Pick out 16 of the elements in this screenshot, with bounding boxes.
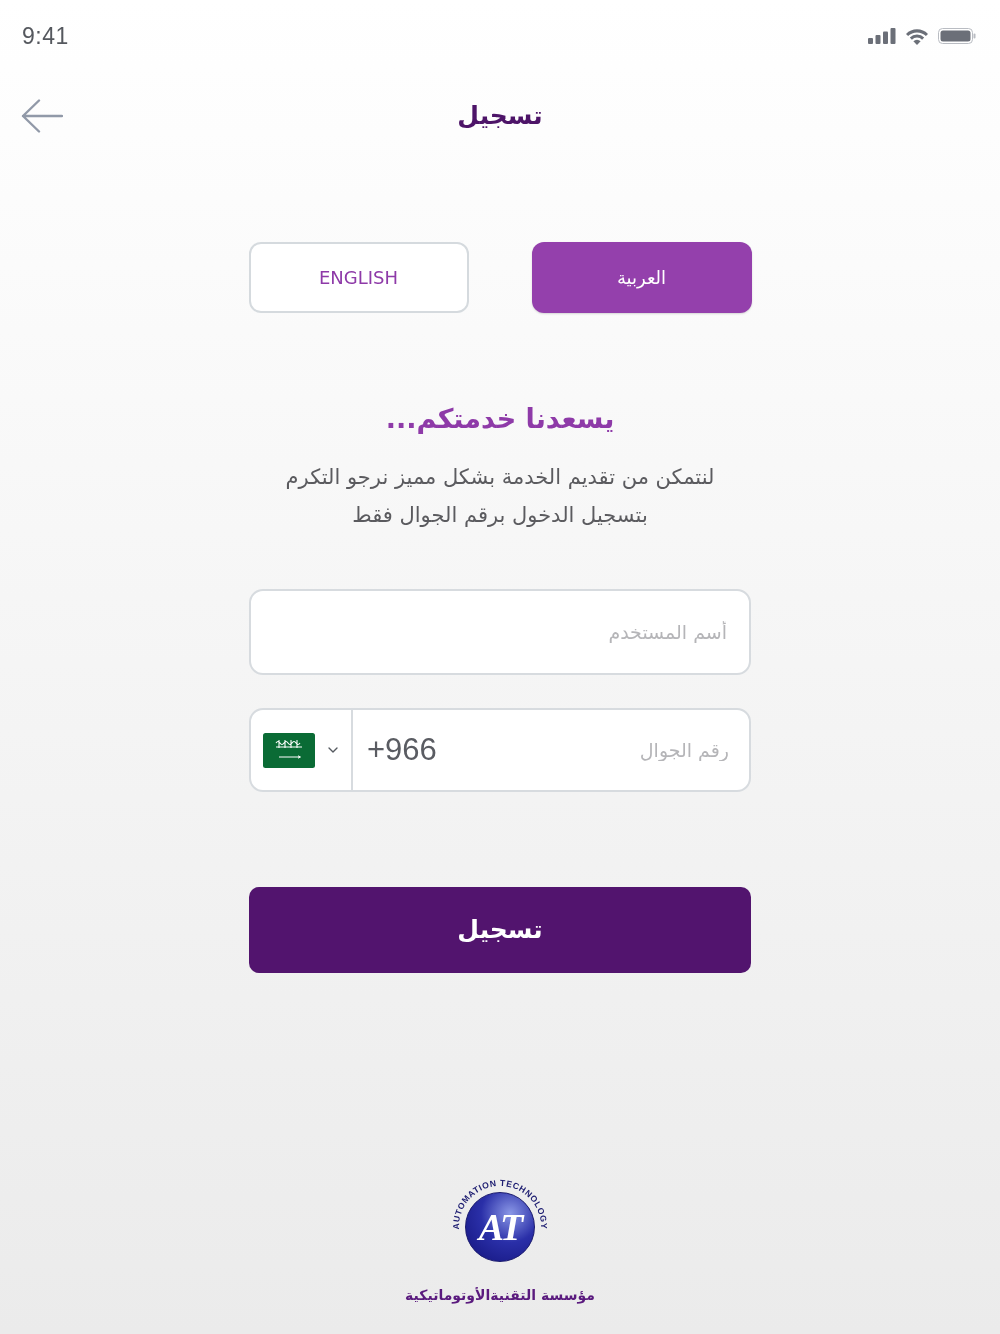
register-button[interactable]: تسجيل bbox=[249, 887, 751, 973]
language-tab[interactable]: العربية bbox=[531, 242, 752, 313]
status-time: 9:41 bbox=[22, 21, 69, 51]
page-title: تسجيل bbox=[457, 100, 543, 133]
phone-number-field[interactable]: رقم الجوال bbox=[436, 710, 749, 790]
company-name: مؤسسة التقنيةالأوتوماتيكية bbox=[405, 1286, 595, 1306]
wifi-icon bbox=[905, 27, 929, 45]
signal-icon bbox=[868, 28, 896, 44]
welcome-heading: يسعدنا خدمتكم... bbox=[385, 402, 615, 436]
welcome-text: لنتمكن من تقديم الخدمة بشكل مميز نرجو التكرم بتسجيل الدخول برقم الجوال فقط bbox=[285, 464, 715, 529]
language-tab[interactable]: ENGLISH bbox=[248, 242, 469, 313]
arrow-left-icon bbox=[21, 99, 63, 133]
battery-icon bbox=[938, 28, 976, 44]
flag-icon bbox=[263, 732, 315, 768]
back-button[interactable] bbox=[20, 98, 64, 134]
dial-code: +966 bbox=[367, 730, 437, 769]
